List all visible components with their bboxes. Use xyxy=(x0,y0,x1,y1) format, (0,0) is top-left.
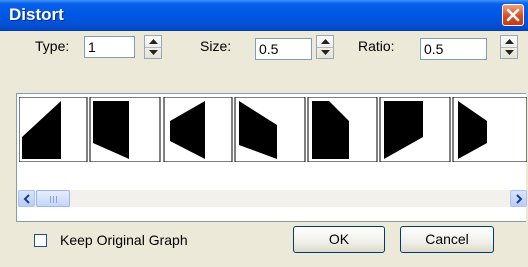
type-input[interactable]: 1 xyxy=(84,36,135,58)
ratio-spinner[interactable] xyxy=(500,35,518,59)
distort-shape-5[interactable] xyxy=(307,97,378,162)
dialog-body: Type: 1 Size: 0.5 Ratio: 0.5 Keep Origin… xyxy=(0,31,528,267)
size-spin-down-button[interactable] xyxy=(317,47,333,58)
size-spinner[interactable] xyxy=(316,35,334,59)
distort-shape-4[interactable] xyxy=(234,97,306,162)
scrollbar-thumb[interactable] xyxy=(36,190,70,207)
title-bar[interactable]: Distort xyxy=(0,0,528,31)
close-icon xyxy=(506,8,520,22)
down-arrow-icon xyxy=(321,50,330,55)
ratio-input[interactable]: 0.5 xyxy=(420,38,487,60)
up-arrow-icon xyxy=(321,39,330,44)
up-arrow-icon xyxy=(149,39,158,44)
type-label: Type: xyxy=(35,38,70,54)
type-spinner[interactable] xyxy=(144,35,162,59)
horizontal-scrollbar[interactable] xyxy=(18,190,527,207)
chevron-right-icon xyxy=(516,194,523,204)
distort-shape-3[interactable] xyxy=(163,97,233,162)
close-button[interactable] xyxy=(502,4,524,26)
distort-shape-6[interactable] xyxy=(379,97,451,162)
distort-dialog: Distort Type: 1 Size: 0.5 Ratio: 0.5 Kee… xyxy=(0,0,528,267)
up-arrow-icon xyxy=(505,39,514,44)
ratio-label: Ratio: xyxy=(358,38,395,54)
size-label: Size: xyxy=(200,38,232,54)
ok-button[interactable]: OK xyxy=(293,226,385,253)
keep-original-checkbox[interactable] xyxy=(34,234,47,247)
distort-shape-2[interactable] xyxy=(89,97,161,162)
scroll-right-button[interactable] xyxy=(510,190,527,207)
scroll-left-button[interactable] xyxy=(18,190,35,207)
size-input[interactable]: 0.5 xyxy=(255,38,312,60)
down-arrow-icon xyxy=(149,50,158,55)
ratio-spin-down-button[interactable] xyxy=(501,47,517,58)
down-arrow-icon xyxy=(505,50,514,55)
distort-shape-7[interactable] xyxy=(452,97,527,162)
cancel-button[interactable]: Cancel xyxy=(400,226,494,253)
type-spin-down-button[interactable] xyxy=(145,47,161,58)
chevron-left-icon xyxy=(23,194,30,204)
keep-original-label: Keep Original Graph xyxy=(60,232,188,248)
distort-preview-list[interactable] xyxy=(16,93,527,222)
dialog-title: Distort xyxy=(9,5,64,24)
distort-thumbnail-strip xyxy=(19,97,527,162)
distort-shape-1[interactable] xyxy=(19,97,88,162)
